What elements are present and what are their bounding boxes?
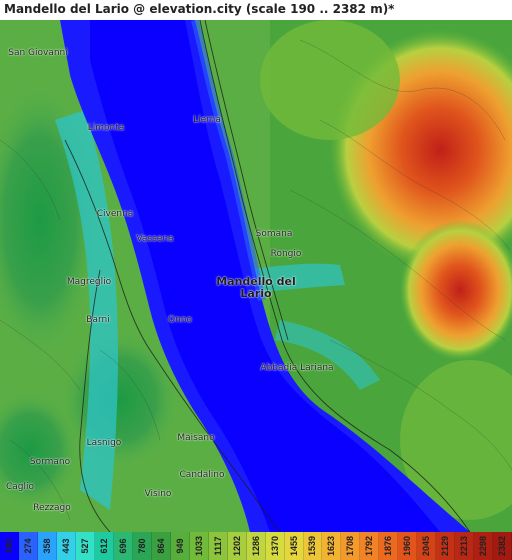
place-label[interactable]: Barni [86,315,109,325]
place-label[interactable]: Magreglio [67,277,111,287]
elevation-map[interactable]: San Giovanni Lierna Limonta Civenna Vass… [0,20,512,532]
place-label[interactable]: Sormano [30,457,70,467]
scale-cell: 864 [151,532,171,560]
scale-value-label: 696 [117,538,128,554]
scale-cell: 1202 [227,532,247,560]
scale-value-label: 1623 [326,535,337,557]
scale-cell: 1286 [246,532,266,560]
scale-value-label: 1202 [231,535,242,557]
scale-cell: 2382 [493,532,512,560]
scale-cell: 1539 [303,532,323,560]
scale-cell: 1708 [341,532,361,560]
place-label[interactable]: Rezzago [33,503,71,513]
scale-cell: 696 [113,532,133,560]
scale-cell: 527 [75,532,95,560]
scale-cell: 190 [0,532,19,560]
elevation-scale-legend: 190 274 358 443 527 612 696 780 864 949 1033 1117 12… [0,532,512,560]
map-title: Mandello del Lario @ elevation.city (sca… [4,2,395,16]
scale-cell: 358 [37,532,57,560]
scale-value-label: 864 [155,538,166,554]
place-label[interactable]: Caglio [6,482,34,492]
scale-value-label: 527 [79,538,90,554]
scale-cell: 2045 [417,532,437,560]
scale-value-label: 2045 [421,535,432,557]
scale-value-label: 274 [22,538,33,554]
scale-cell: 1792 [360,532,380,560]
place-label[interactable]: Abbadia Lariana [260,363,333,373]
place-label[interactable]: Onno [168,315,192,325]
place-label[interactable]: Rongio [271,249,302,259]
scale-value-label: 358 [41,538,52,554]
scale-value-label: 1455 [288,535,299,557]
scale-cell: 949 [170,532,190,560]
place-label[interactable]: Limonta [88,123,125,133]
scale-value-label: 1876 [383,535,394,557]
scale-value-label: 1370 [269,535,280,557]
place-label[interactable]: Visino [145,489,172,499]
place-label[interactable]: Somana [256,229,293,239]
scale-value-label: 1539 [307,535,318,557]
scale-cell: 1455 [284,532,304,560]
scale-value-label: 190 [3,538,14,554]
scale-value-label: 2382 [497,535,508,557]
scale-value-label: 1960 [402,535,413,557]
scale-cell: 443 [56,532,76,560]
scale-value-label: 780 [136,538,147,554]
scale-cell: 2213 [455,532,475,560]
scale-cell: 1117 [208,532,228,560]
scale-value-label: 612 [98,538,109,554]
scale-value-label: 1792 [364,535,375,557]
place-label[interactable]: Vassena [136,234,173,244]
scale-cell: 1033 [189,532,209,560]
place-label[interactable]: Civenna [97,209,134,219]
scale-value-label: 2298 [478,535,489,557]
scale-cell: 274 [18,532,38,560]
place-label[interactable]: Candalino [180,470,225,480]
scale-value-label: 443 [60,538,71,554]
scale-cell: 1960 [398,532,418,560]
place-label[interactable]: Maisano [177,433,214,443]
place-label[interactable]: Lierna [193,115,221,125]
scale-value-label: 1033 [193,535,204,557]
scale-value-label: 1286 [250,535,261,557]
place-label[interactable]: San Giovanni [8,48,68,58]
place-label[interactable]: Lasnigo [87,438,122,448]
scale-cell: 2129 [436,532,456,560]
scale-cell: 612 [94,532,114,560]
scale-cell: 1876 [379,532,399,560]
scale-value-label: 2129 [440,535,451,557]
place-label-major[interactable]: Mandello del Lario [211,276,301,300]
scale-cell: 2298 [474,532,494,560]
scale-cell: 1623 [322,532,342,560]
scale-value-label: 949 [174,538,185,554]
scale-cell: 780 [132,532,152,560]
scale-value-label: 2213 [459,535,470,557]
scale-cell: 1370 [265,532,285,560]
scale-value-label: 1117 [212,536,223,556]
scale-value-label: 1708 [345,535,356,557]
